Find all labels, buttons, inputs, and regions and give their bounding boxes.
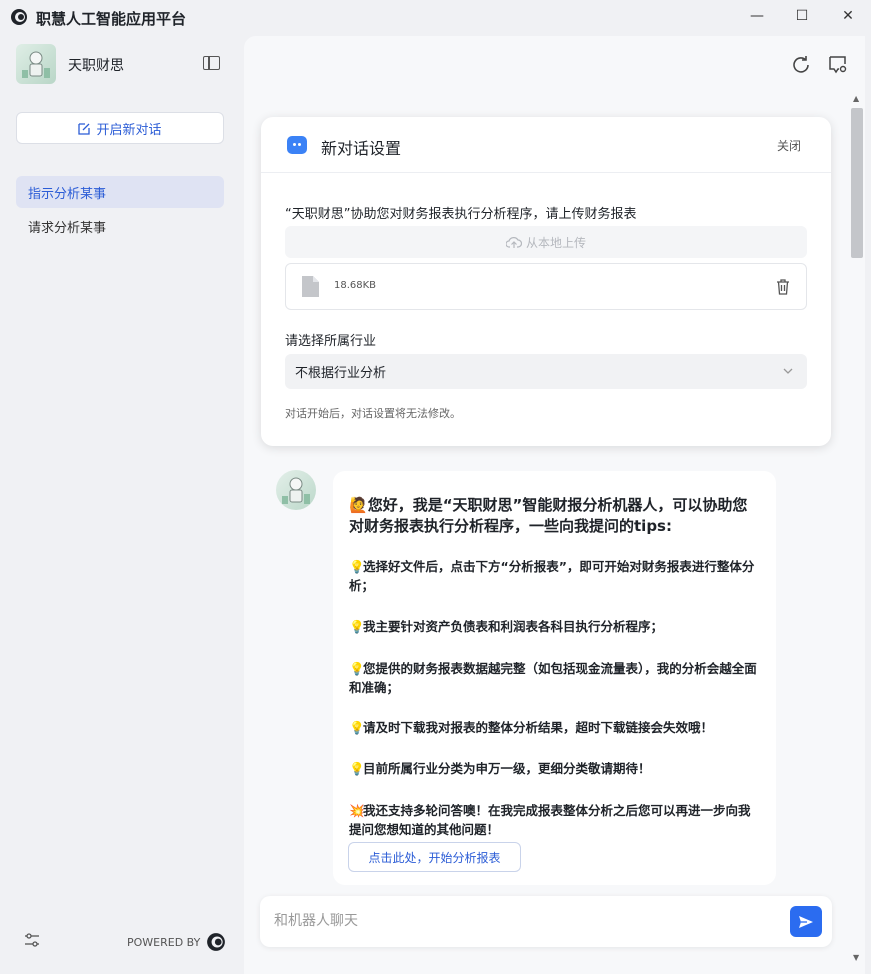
sidebar-item-label: 请求分析某事 [28,220,107,236]
tip-item: 💡目前所属行业分类为申万一级，更细分类敬请期待！ [349,759,761,778]
upload-label: “天职财思”协助您对财务报表执行分析程序，请上传财务报表 [285,207,637,222]
industry-select[interactable]: 不根据行业分析 [285,354,807,389]
chat-input-box [260,896,832,947]
card-header: 新对话设置 关闭 [261,117,831,173]
tip-text: 您提供的财务报表数据越完整（如包括现金流量表），我的分析会越全面和准确； [349,661,757,695]
file-size: 18.68KB [334,280,377,291]
chat-bubble-icon [287,136,307,154]
powered-by-label: POWERED BY [127,935,201,949]
chevron-down-icon [783,368,793,374]
start-analysis-button[interactable]: 点击此处，开始分析报表 [348,842,521,872]
refresh-icon[interactable] [791,54,811,74]
send-icon [799,915,813,928]
uploaded-file-row: 18.68KB [285,263,807,310]
scroll-up-icon[interactable]: ▲ [853,94,859,103]
scrollbar[interactable]: ▲ ▼ [850,94,864,962]
robot-icon [22,51,50,78]
lightbulb-icon: 💡 [349,761,365,776]
burst-icon: 💥 [349,803,365,818]
tip-text: 目前所属行业分类为申万一级，更细分类敬请期待！ [363,761,651,776]
lightbulb-icon: 💡 [349,661,365,676]
sidebar-collapse-icon[interactable] [203,56,220,70]
tip-text: 选择好文件后，点击下方“分析报表”，即可开始对财务报表进行整体分析； [349,559,755,593]
new-chat-label: 开启新对话 [96,122,162,138]
tip-item: 💡我主要针对资产负债表和利润表各科目执行分析程序； [349,617,761,636]
tip-text: 请及时下载我对报表的整体分析结果，超时下载链接会失效哦！ [363,720,714,735]
trash-icon[interactable] [776,279,790,295]
title-bar: 职慧人工智能应用平台 — ☐ ✕ [0,0,871,34]
bot-message-bubble: 🙋您好，我是“天职财思”智能财报分析机器人，可以协助您对财务报表执行分析程序，一… [333,471,776,885]
industry-selected-value: 不根据行业分析 [295,366,387,381]
new-chat-button[interactable]: 开启新对话 [16,112,224,144]
powered-by: POWERED BY [127,932,226,952]
edit-icon [78,122,91,135]
minimize-icon: — [750,8,764,24]
lightbulb-icon: 💡 [349,720,365,735]
powered-logo-icon [207,933,226,951]
sidebar-item-label: 指示分析某事 [28,186,107,202]
tip-item: 💡请及时下载我对报表的整体分析结果，超时下载链接会失效哦！ [349,718,761,737]
bot-name: 天职财思 [68,58,124,74]
sidebar-item-request-analysis[interactable]: 请求分析某事 [16,210,224,242]
sidebar: 天职财思 开启新对话 指示分析某事 请求分析某事 POWERED BY [0,34,244,974]
message-intro: 🙋您好，我是“天职财思”智能财报分析机器人，可以协助您对财务报表执行分析程序，一… [349,495,759,537]
scroll-thumb[interactable] [851,108,863,258]
sidebar-item-instruct-analysis[interactable]: 指示分析某事 [16,176,224,208]
message-avatar [276,470,316,510]
chat-input[interactable] [274,908,774,934]
sliders-icon[interactable] [24,932,40,948]
send-button[interactable] [790,906,822,937]
maximize-icon: ☐ [795,8,809,24]
settings-note: 对话开始后，对话设置将无法修改。 [285,407,461,420]
tip-text: 我主要针对资产负债表和利润表各科目执行分析程序； [363,619,664,634]
card-title: 新对话设置 [321,139,402,158]
close-icon: ✕ [842,8,854,24]
app-logo-icon [11,9,27,25]
file-icon [302,276,319,297]
window-title: 职慧人工智能应用平台 [36,10,187,28]
robot-icon [282,477,310,504]
lightbulb-icon: 💡 [349,559,365,574]
raising-hand-icon: 🙋 [349,496,368,514]
lightbulb-icon: 💡 [349,619,365,634]
tip-item: 💡选择好文件后，点击下方“分析报表”，即可开始对财务报表进行整体分析； [349,557,761,595]
bot-avatar [16,44,56,84]
tip-item-multi-turn: 💥我还支持多轮问答噢！在我完成报表整体分析之后您可以再进一步向我提问您想知道的其… [349,801,761,839]
upload-button-label: 从本地上传 [525,235,586,250]
message-intro-text: 您好，我是“天职财思”智能财报分析机器人，可以协助您对财务报表执行分析程序，一些… [349,496,748,535]
scroll-down-icon[interactable]: ▼ [853,953,859,962]
tip-item: 💡您提供的财务报表数据越完整（如包括现金流量表），我的分析会越全面和准确； [349,659,761,697]
tip-text: 我还支持多轮问答噢！在我完成报表整体分析之后您可以再进一步向我提问您想知道的其他… [349,803,751,837]
maximize-button[interactable]: ☐ [780,2,824,30]
new-chat-settings-card: 新对话设置 关闭 “天职财思”协助您对财务报表执行分析程序，请上传财务报表 从本… [261,117,831,446]
chat-settings-icon[interactable] [828,54,848,74]
close-window-button[interactable]: ✕ [826,2,870,30]
card-close-button[interactable]: 关闭 [777,137,801,154]
upload-local-button[interactable]: 从本地上传 [285,226,807,258]
cloud-upload-icon [505,236,522,248]
industry-label: 请选择所属行业 [285,334,377,349]
minimize-button[interactable]: — [735,2,779,30]
